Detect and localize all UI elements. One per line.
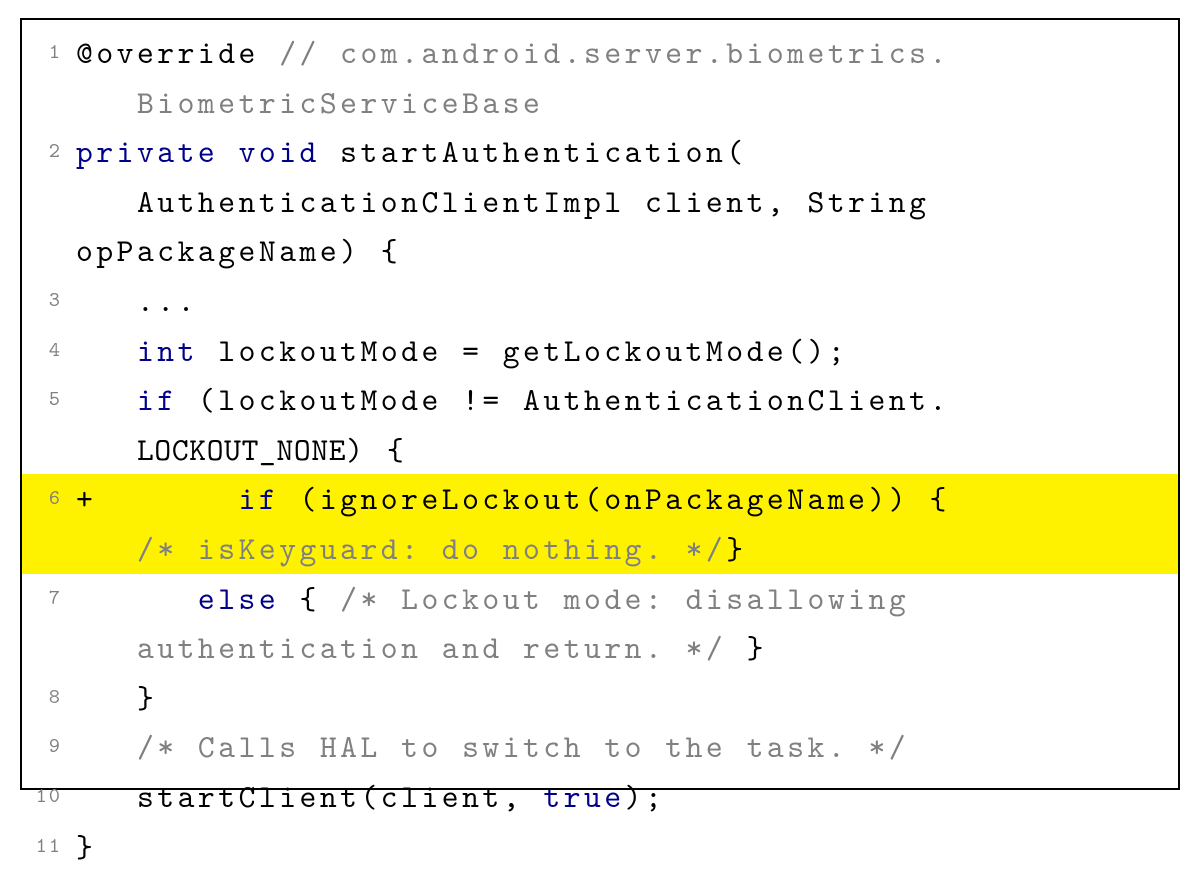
code-line: 1 @override // com.android.server.biomet…	[22, 28, 1178, 78]
code-line-wrap: . authentication and return. */ }	[22, 623, 1178, 673]
keyword-token: if	[137, 378, 178, 421]
code-content: if (lockoutMode != AuthenticationClient.	[76, 375, 1178, 425]
code-line: 3 ...	[22, 276, 1178, 326]
code-token: (lockoutMode != AuthenticationClient.	[178, 378, 950, 421]
code-line-highlighted: 6 + if (ignoreLockout(onPackageName)) {	[22, 474, 1178, 524]
code-content: }	[76, 822, 1178, 871]
code-token: startAuthentication(	[320, 130, 747, 173]
comment-token: /* Lockout mode: disallowing	[340, 577, 929, 620]
code-token: LOCKOUT_NONE	[137, 428, 346, 471]
line-number: 7	[22, 574, 76, 624]
comment-token: BiometricServiceBase	[137, 81, 543, 124]
keyword-token: else	[198, 577, 279, 620]
code-line: 11 }	[22, 822, 1178, 871]
code-content: /* isKeyguard: do nothing. */}	[76, 524, 1178, 574]
code-line-wrap: . BiometricServiceBase	[22, 78, 1178, 128]
comment-token: /* isKeyguard: do nothing. */	[137, 527, 726, 570]
code-line: 9 /* Calls HAL to switch to the task. */	[22, 722, 1178, 772]
line-number: 6	[22, 474, 76, 524]
code-content: startClient(client, true);	[76, 772, 1178, 822]
code-content: LOCKOUT_NONE) {	[76, 425, 1178, 475]
code-token: ...	[137, 279, 198, 322]
code-token: }	[726, 626, 767, 669]
line-number: 2	[22, 127, 76, 177]
code-token: startClient(client,	[137, 775, 543, 818]
code-token: lockoutMode = getLockoutMode();	[198, 329, 848, 372]
code-content: else { /* Lockout mode: disallowing	[76, 574, 1178, 624]
keyword-token: void	[218, 130, 320, 173]
code-token: }	[726, 527, 746, 570]
code-content: authentication and return. */ }	[76, 623, 1178, 673]
line-number: 1	[22, 28, 76, 78]
code-line: 7 else { /* Lockout mode: disallowing	[22, 574, 1178, 624]
comment-token	[76, 81, 137, 124]
line-number: 10	[22, 772, 76, 822]
code-line-highlighted-wrap: . /* isKeyguard: do nothing. */}	[22, 524, 1178, 574]
code-line-wrap: . AuthenticationClientImpl client, Strin…	[22, 177, 1178, 276]
code-content: ...	[76, 276, 1178, 326]
code-listing-frame: 1 @override // com.android.server.biomet…	[20, 18, 1180, 790]
keyword-token: true	[543, 775, 624, 818]
code-content: }	[76, 673, 1178, 723]
code-token: );	[625, 775, 666, 818]
code-line: 8 }	[22, 673, 1178, 723]
diff-plus-token: +	[76, 477, 239, 520]
code-line-wrap: . LOCKOUT_NONE) {	[22, 425, 1178, 475]
page: 1 @override // com.android.server.biomet…	[0, 0, 1200, 808]
code-line: 5 if (lockoutMode != AuthenticationClien…	[22, 375, 1178, 425]
keyword-token: int	[137, 329, 198, 372]
line-number: 3	[22, 276, 76, 326]
code-content: AuthenticationClientImpl client, String …	[76, 177, 1178, 276]
code-token: AuthenticationClientImpl client, String …	[76, 180, 950, 273]
annotation-token: @override	[76, 31, 259, 74]
keyword-token: if	[239, 477, 280, 520]
code-content: /* Calls HAL to switch to the task. */	[76, 722, 1178, 772]
line-number: 9	[22, 722, 76, 772]
line-number: 8	[22, 673, 76, 723]
code-token	[76, 180, 137, 223]
code-token: }	[137, 676, 157, 719]
code-line: 10 startClient(client, true);	[22, 772, 1178, 822]
comment-token: // com.android.server.biometrics.	[259, 31, 950, 74]
code-token	[76, 279, 137, 322]
comment-token: authentication and return. */	[137, 626, 726, 669]
line-number: 5	[22, 375, 76, 425]
code-content: BiometricServiceBase	[76, 78, 1178, 128]
code-line: 2 private void startAuthentication(	[22, 127, 1178, 177]
code-content: @override // com.android.server.biometri…	[76, 28, 1178, 78]
keyword-token: private	[76, 130, 218, 173]
comment-token: /* Calls HAL to switch to the task. */	[137, 725, 909, 768]
code-token: {	[279, 577, 340, 620]
code-token: }	[76, 825, 96, 868]
code-token: (ignoreLockout(onPackageName)) {	[279, 477, 950, 520]
code-content: int lockoutMode = getLockoutMode();	[76, 326, 1178, 376]
code-line: 4 int lockoutMode = getLockoutMode();	[22, 326, 1178, 376]
line-number: 4	[22, 326, 76, 376]
code-content: + if (ignoreLockout(onPackageName)) {	[76, 474, 1178, 524]
code-content: private void startAuthentication(	[76, 127, 1178, 177]
line-number: 11	[22, 822, 76, 871]
code-token: ) {	[346, 428, 407, 471]
